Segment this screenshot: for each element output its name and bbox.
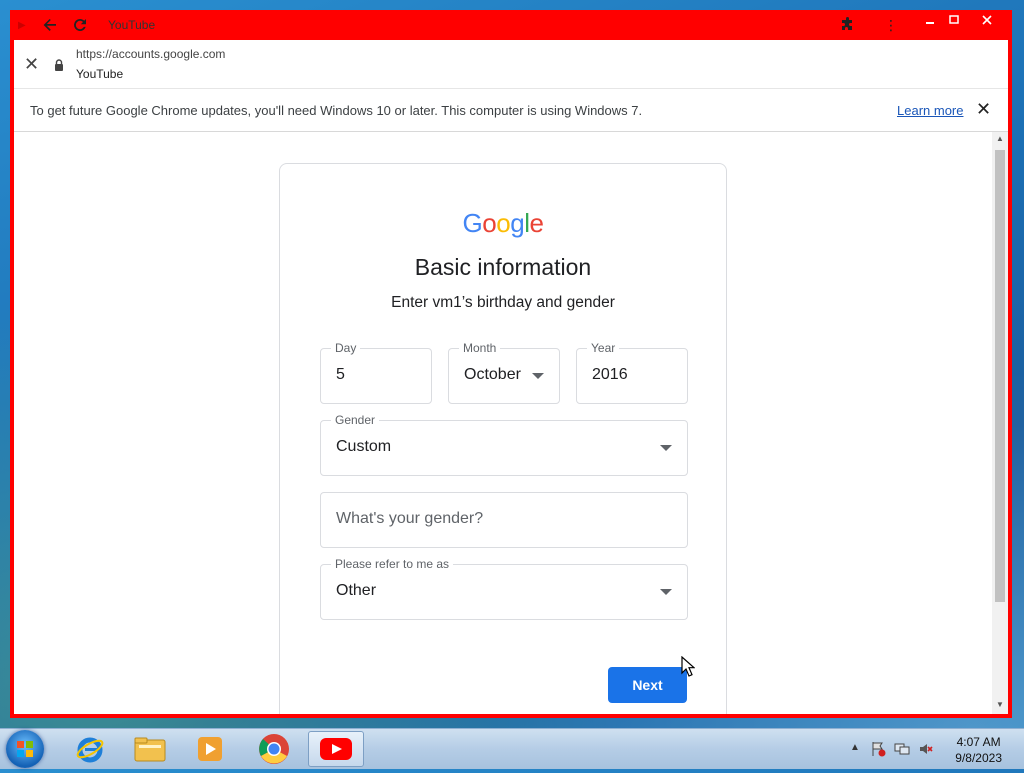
year-field[interactable]: Year 2016 bbox=[576, 341, 688, 404]
media-player-icon[interactable] bbox=[182, 731, 238, 767]
signup-card: Google Basic information Enter vm1’s bir… bbox=[279, 163, 727, 714]
action-center-flag-icon[interactable] bbox=[870, 741, 886, 757]
chrome-icon[interactable] bbox=[246, 731, 302, 767]
year-value: 2016 bbox=[592, 366, 628, 383]
custom-gender-input[interactable]: What's your gender? bbox=[320, 492, 688, 548]
custom-gender-placeholder: What's your gender? bbox=[336, 510, 484, 527]
logo-letter: e bbox=[529, 208, 544, 238]
scroll-up-arrow-icon[interactable]: ▲ bbox=[995, 134, 1005, 146]
close-icon[interactable]: ✕ bbox=[24, 54, 39, 75]
taskbar: ▲ 4:07 AM 9/8/2023 bbox=[0, 728, 1024, 769]
day-value: 5 bbox=[336, 366, 345, 383]
menu-kebab-icon[interactable]: ⋮ bbox=[884, 16, 898, 34]
pronoun-label: Please refer to me as bbox=[331, 557, 454, 571]
chevron-down-icon bbox=[532, 373, 544, 379]
gender-value: Custom bbox=[336, 438, 392, 455]
system-tray: ▲ 4:07 AM 9/8/2023 bbox=[834, 729, 1024, 769]
year-label: Year bbox=[587, 341, 620, 355]
close-window-button[interactable] bbox=[970, 10, 1004, 30]
page-content: Google Basic information Enter vm1’s bir… bbox=[14, 132, 1008, 714]
url-text[interactable]: https://accounts.google.com bbox=[76, 47, 225, 61]
logo-letter: o bbox=[482, 208, 497, 238]
month-label: Month bbox=[459, 341, 501, 355]
vertical-scrollbar[interactable]: ▲ ▼ bbox=[992, 132, 1008, 714]
update-infobar: To get future Google Chrome updates, you… bbox=[14, 88, 1008, 132]
title-bar[interactable]: ▶ YouTube ⋮ bbox=[10, 10, 1012, 40]
scroll-down-arrow-icon[interactable]: ▼ bbox=[995, 700, 1005, 712]
page-subtitle: Enter vm1’s birthday and gender bbox=[391, 294, 615, 311]
scroll-thumb[interactable] bbox=[995, 150, 1005, 602]
volume-muted-icon[interactable] bbox=[918, 741, 934, 757]
clock-time: 4:07 AM bbox=[956, 735, 1001, 749]
chrome-window: ▶ YouTube ⋮ ✕ https://accounts.google.co… bbox=[10, 10, 1012, 718]
month-value: October bbox=[464, 366, 521, 383]
google-logo: Google bbox=[280, 208, 726, 239]
reload-icon[interactable] bbox=[72, 16, 88, 34]
internet-explorer-icon[interactable] bbox=[62, 731, 118, 767]
infobar-message: To get future Google Chrome updates, you… bbox=[30, 103, 643, 118]
page-title: Basic information bbox=[414, 254, 592, 280]
gender-label: Gender bbox=[331, 413, 380, 427]
lock-icon[interactable] bbox=[54, 58, 64, 76]
chevron-down-icon bbox=[660, 589, 672, 595]
mouse-cursor-icon bbox=[681, 656, 695, 677]
chevron-down-icon bbox=[660, 445, 672, 451]
network-icon[interactable] bbox=[894, 741, 910, 757]
pronoun-select[interactable]: Please refer to me as Other bbox=[320, 557, 688, 620]
infobar-close-icon[interactable]: ✕ bbox=[976, 99, 991, 120]
youtube-taskbar-icon[interactable] bbox=[308, 731, 364, 767]
clock-date: 9/8/2023 bbox=[955, 751, 1002, 765]
day-field[interactable]: Day 5 bbox=[320, 341, 432, 404]
window-title: YouTube bbox=[108, 18, 156, 32]
file-explorer-icon[interactable] bbox=[122, 731, 178, 767]
start-button[interactable] bbox=[6, 730, 44, 768]
site-name: YouTube bbox=[76, 67, 124, 81]
logo-letter: G bbox=[462, 208, 483, 238]
logo-letter: g bbox=[510, 208, 525, 238]
learn-more-link[interactable]: Learn more bbox=[897, 103, 963, 118]
clock[interactable]: 4:07 AM 9/8/2023 bbox=[955, 734, 1002, 766]
logo-letter: o bbox=[496, 208, 511, 238]
next-button[interactable]: Next bbox=[608, 667, 687, 703]
back-arrow-icon[interactable] bbox=[42, 16, 58, 34]
gender-select[interactable]: Gender Custom bbox=[320, 413, 688, 476]
extensions-puzzle-icon[interactable] bbox=[840, 16, 856, 34]
address-bar: ✕ https://accounts.google.com YouTube bbox=[14, 40, 1008, 88]
show-hidden-icons-icon[interactable]: ▲ bbox=[850, 742, 860, 753]
maximize-button[interactable] bbox=[940, 10, 968, 30]
youtube-small-icon: ▶ bbox=[18, 19, 26, 31]
month-select[interactable]: Month October bbox=[448, 341, 560, 404]
pronoun-value: Other bbox=[336, 582, 377, 599]
day-label: Day bbox=[331, 341, 361, 355]
